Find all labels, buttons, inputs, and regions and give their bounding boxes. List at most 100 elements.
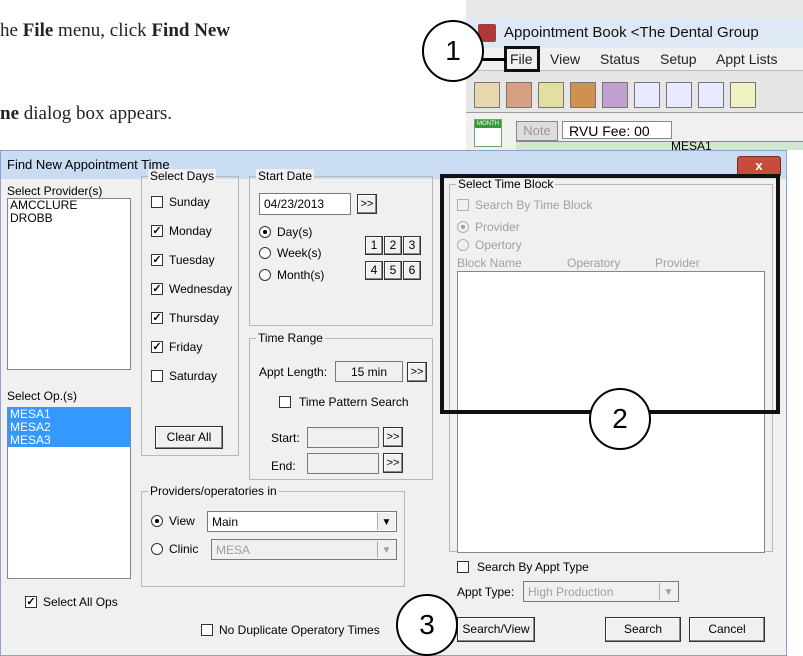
note-field[interactable]: Note [516, 121, 558, 141]
thursday-checkbox[interactable]: ✓ [151, 312, 163, 324]
view-select-value: Main [212, 515, 239, 529]
dialog-title: Find New Appointment Time [7, 157, 170, 172]
number-2-button[interactable]: 2 [384, 236, 402, 255]
instruction-line-1: he File menu, click Find New [0, 20, 230, 42]
instruction-menu-word: File [22, 20, 54, 41]
start-date-input[interactable]: 04/23/2013 [259, 193, 351, 215]
number-1-button[interactable]: 1 [365, 236, 383, 255]
number-6-button[interactable]: 6 [403, 261, 421, 280]
weeks-label: Week(s) [277, 246, 322, 260]
select-all-ops-checkbox[interactable]: ✓ [25, 596, 37, 608]
chair-icon[interactable] [570, 82, 596, 108]
wednesday-label: Wednesday [169, 282, 233, 296]
operatories-list[interactable]: MESA1 MESA2 MESA3 [7, 407, 131, 579]
menu-view[interactable]: View [550, 51, 580, 67]
end-time-next-button[interactable]: >> [383, 453, 403, 473]
chevron-down-icon: ▼ [377, 541, 395, 558]
search-by-appt-type-label: Search By Appt Type [477, 560, 589, 574]
number-5-button[interactable]: 5 [384, 261, 402, 280]
search-by-appt-type-checkbox[interactable] [457, 561, 469, 573]
view-select[interactable]: Main ▼ [207, 511, 397, 532]
instruction-line-2: ne dialog box appears. [0, 103, 172, 125]
tooth-icon[interactable] [474, 82, 500, 108]
friday-checkbox[interactable]: ✓ [151, 341, 163, 353]
days-radio[interactable] [259, 226, 271, 238]
number-3-button[interactable]: 3 [403, 236, 421, 255]
weeks-radio[interactable] [259, 247, 271, 259]
view-radio[interactable] [151, 515, 163, 527]
number-4-button[interactable]: 4 [365, 261, 383, 280]
appt-type-select[interactable]: High Production ▼ [523, 581, 679, 602]
monday-label: Monday [169, 224, 212, 238]
providers-operatories-title: Providers/operatories in [148, 484, 279, 498]
clinic-label: Clinic [169, 542, 199, 556]
appointment-book-titlebar: Appointment Book <The Dental Group [466, 18, 803, 48]
callout-1: 1 [422, 20, 484, 82]
menu-appt-lists[interactable]: Appt Lists [716, 51, 777, 67]
wednesday-checkbox[interactable]: ✓ [151, 283, 163, 295]
view-label: View [169, 514, 195, 528]
start-date-title: Start Date [256, 169, 315, 183]
list-selection: MESA1 MESA2 MESA3 [8, 408, 130, 447]
search-appt-icon[interactable] [698, 82, 724, 108]
operatories-label: Select Op.(s) [7, 389, 78, 403]
note-icon[interactable] [634, 82, 660, 108]
appointment-book-header-row: MONTH Note RVU Fee: 00 MESA1 [466, 112, 803, 150]
time-pattern-checkbox[interactable] [279, 396, 291, 408]
schedule-icon[interactable] [730, 82, 756, 108]
friday-label: Friday [169, 340, 203, 354]
end-time-label: End: [271, 459, 296, 473]
edit-icon[interactable] [538, 82, 564, 108]
clinic-select[interactable]: MESA ▼ [211, 539, 397, 560]
chevron-down-icon: ▼ [377, 513, 395, 530]
appt-type-value: High Production [528, 585, 614, 599]
tuesday-checkbox[interactable]: ✓ [151, 254, 163, 266]
list-icon[interactable] [666, 82, 692, 108]
appointment-book-title: Appointment Book <The Dental Group [504, 24, 759, 41]
operatory-header: MESA1 [516, 139, 803, 150]
start-time-label: Start: [271, 431, 300, 445]
callout-2: 2 [589, 388, 651, 450]
list-item[interactable]: MESA3 [8, 434, 130, 447]
search-button[interactable]: Search [605, 617, 681, 642]
instruction-command-word: Find New [151, 20, 231, 41]
start-date-next-button[interactable]: >> [357, 194, 377, 214]
callout-3: 3 [396, 594, 458, 656]
no-duplicate-checkbox[interactable] [201, 624, 213, 636]
time-block-highlight [440, 174, 780, 414]
no-duplicate-label: No Duplicate Operatory Times [219, 623, 380, 637]
start-time-next-button[interactable]: >> [383, 427, 403, 447]
search-view-button[interactable]: Search/View [457, 617, 535, 642]
cancel-button[interactable]: Cancel [689, 617, 765, 642]
menu-setup[interactable]: Setup [660, 51, 697, 67]
clear-all-button[interactable]: Clear All [155, 426, 223, 449]
file-menu-highlight [504, 46, 540, 72]
monday-checkbox[interactable]: ✓ [151, 225, 163, 237]
providers-list[interactable]: AMCCLURE DROBB [7, 198, 131, 370]
chevron-down-icon: ▼ [659, 583, 677, 600]
list-item[interactable]: DROBB [8, 212, 130, 225]
rvu-fee-display: RVU Fee: 00 [562, 121, 672, 139]
calendar-month-icon[interactable]: MONTH [474, 119, 502, 147]
end-time-input[interactable] [307, 453, 379, 474]
instruction-text: he [0, 20, 23, 41]
thursday-label: Thursday [169, 311, 220, 325]
select-all-ops-label: Select All Ops [43, 595, 118, 609]
instruction-dialog-name: ne [0, 103, 19, 124]
pen-icon[interactable] [602, 82, 628, 108]
months-radio[interactable] [259, 269, 271, 281]
appt-length-next-button[interactable]: >> [407, 362, 427, 382]
saturday-checkbox[interactable] [151, 370, 163, 382]
clinic-select-value: MESA [216, 543, 251, 557]
menu-status[interactable]: Status [600, 51, 640, 67]
operatory-label: MESA1 [671, 139, 712, 150]
appt-length-label: Appt Length: [259, 365, 328, 379]
time-range-title: Time Range [256, 331, 325, 345]
instruction-text: dialog box appears. [19, 103, 173, 124]
sunday-label: Sunday [169, 195, 210, 209]
clinic-radio[interactable] [151, 543, 163, 555]
patient-icon[interactable] [506, 82, 532, 108]
start-time-input[interactable] [307, 427, 379, 448]
saturday-label: Saturday [169, 369, 218, 383]
sunday-checkbox[interactable] [151, 196, 163, 208]
